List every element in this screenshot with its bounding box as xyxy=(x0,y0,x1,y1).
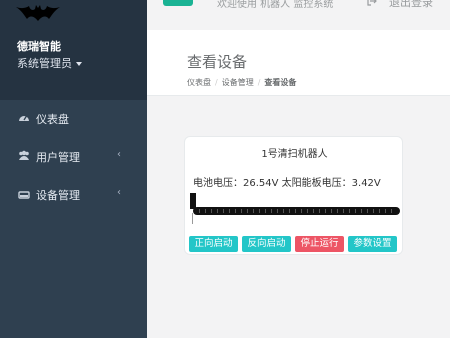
reverse-start-button[interactable]: 反向启动 xyxy=(242,236,291,252)
parameter-settings-button[interactable]: 参数设置 xyxy=(348,236,397,252)
breadcrumb: 仪表盘 / 设备管理 / 查看设备 xyxy=(187,78,297,87)
users-icon xyxy=(19,150,29,160)
page-title: 查看设备 xyxy=(187,53,248,71)
track-ticks xyxy=(199,209,395,213)
device-card: 1号清扫机器人 电池电压：26.54V 太阳能板电压：3.42V 正向启动 反向… xyxy=(184,136,403,255)
bat-logo-icon xyxy=(16,5,60,21)
top-navbar: 欢迎使用 机器人 监控系统 退出登录 xyxy=(147,0,450,22)
battery-voltage-label: 电池电压： xyxy=(193,178,243,189)
device-name: 1号清扫机器人 xyxy=(261,149,328,160)
breadcrumb-current: 查看设备 xyxy=(264,78,297,87)
forward-start-button[interactable]: 正向启动 xyxy=(189,236,238,252)
sidebar-item-users[interactable]: 用户管理 ‹ xyxy=(0,138,147,176)
solar-voltage-value: 3.42V xyxy=(351,178,381,189)
caret-down-icon xyxy=(76,62,82,66)
battery-voltage-value: 26.54V xyxy=(243,178,279,189)
chevron-left-icon: ‹ xyxy=(117,187,121,198)
dashboard-icon xyxy=(19,115,29,121)
sidebar-item-label: 仪表盘 xyxy=(36,113,69,126)
logout-link[interactable]: 退出登录 xyxy=(389,0,433,10)
solar-voltage-label: 太阳能板电压： xyxy=(281,178,352,189)
page-heading: 查看设备 仪表盘 / 设备管理 / 查看设备 xyxy=(147,30,450,96)
sidebar-item-label: 用户管理 xyxy=(36,151,80,164)
stop-button[interactable]: 停止运行 xyxy=(295,236,344,252)
menu-toggle-button[interactable] xyxy=(163,0,193,6)
robot-position-marker xyxy=(190,193,196,209)
sidebar: 德瑞智能 系统管理员 仪表盘 用户管理 ‹ 设备管理 ‹ xyxy=(0,0,147,338)
sidebar-item-label: 设备管理 xyxy=(36,189,80,202)
welcome-message: 欢迎使用 机器人 监控系统 xyxy=(217,0,334,10)
chevron-left-icon: ‹ xyxy=(117,149,121,160)
sidebar-item-devices[interactable]: 设备管理 ‹ xyxy=(0,176,147,214)
brand-name: 德瑞智能 xyxy=(17,40,61,53)
breadcrumb-devices[interactable]: 设备管理 xyxy=(222,78,254,87)
track-cursor xyxy=(192,213,193,224)
hdd-icon xyxy=(18,191,30,199)
sign-out-icon xyxy=(367,0,377,6)
breadcrumb-dashboard[interactable]: 仪表盘 xyxy=(187,78,211,87)
sidebar-profile: 德瑞智能 系统管理员 xyxy=(0,0,147,100)
voltage-readout: 电池电压：26.54V 太阳能板电压：3.42V xyxy=(193,174,381,189)
role-label: 系统管理员 xyxy=(17,57,72,70)
sidebar-item-dashboard[interactable]: 仪表盘 xyxy=(0,100,147,138)
role-dropdown[interactable]: 系统管理员 xyxy=(17,55,82,71)
